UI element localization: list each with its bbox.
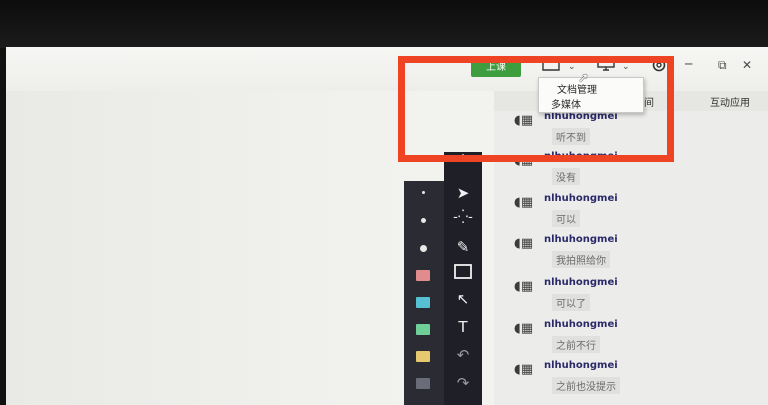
brush-palette xyxy=(404,181,444,405)
chat-message: ◖▦ nlhuhongmei 之前不行 xyxy=(494,319,768,361)
redo-icon[interactable]: ↷ xyxy=(444,374,482,392)
avatar-icon: ◖▦ xyxy=(514,236,534,251)
username: nlhuhongmei xyxy=(544,319,618,330)
color-swatch-cyan[interactable] xyxy=(416,297,430,308)
message-text: 可以了 xyxy=(552,294,590,311)
monitor-bezel xyxy=(0,0,768,48)
message-text: 之前不行 xyxy=(552,336,600,353)
brush-size-small[interactable] xyxy=(422,191,425,194)
brush-size-medium[interactable] xyxy=(421,218,426,223)
chat-message: ◖▦ nlhuhongmei 之前也没提示 xyxy=(494,360,768,402)
text-icon[interactable]: T xyxy=(444,318,482,336)
photo-frame: 上课 ⌄ ⌄ ─ ⧉ ✕ 间 互动应用 ◖▦ nlhuhongmei 听不到 ◖… xyxy=(0,0,768,405)
rectangle-icon[interactable] xyxy=(444,264,482,283)
message-text: 可以 xyxy=(552,210,580,227)
drawing-toolbar: ⌃ ➤ -⁛- ✎ ↖ T ↶ ↷ xyxy=(444,152,482,405)
color-swatch-gray[interactable] xyxy=(416,378,430,389)
avatar-icon: ◖▦ xyxy=(514,195,534,210)
username: nlhuhongmei xyxy=(544,360,618,371)
chat-message: ◖▦ nlhuhongmei 可以了 xyxy=(494,277,768,319)
avatar-icon: ◖▦ xyxy=(514,279,534,294)
username: nlhuhongmei xyxy=(544,234,618,245)
close-icon[interactable]: ✕ xyxy=(742,56,752,74)
laser-icon[interactable]: -⁛- xyxy=(444,210,482,225)
color-swatch-yellow[interactable] xyxy=(416,351,430,362)
username: nlhuhongmei xyxy=(544,193,618,204)
color-swatch-red[interactable] xyxy=(416,270,430,281)
brush-size-large[interactable] xyxy=(420,245,427,252)
highlight-annotation xyxy=(398,56,674,162)
undo-icon[interactable]: ↶ xyxy=(444,346,482,364)
minimize-icon[interactable]: ─ xyxy=(685,55,692,73)
color-swatch-green[interactable] xyxy=(416,324,430,335)
pen-icon[interactable]: ✎ xyxy=(444,238,482,256)
chat-message: ◖▦ nlhuhongmei 我拍照给你 xyxy=(494,234,768,276)
username: nlhuhongmei xyxy=(544,277,618,288)
restore-icon[interactable]: ⧉ xyxy=(718,56,727,74)
avatar-icon: ◖▦ xyxy=(514,321,534,336)
message-text: 没有 xyxy=(552,168,580,185)
chat-message: ◖▦ nlhuhongmei 可以 xyxy=(494,193,768,235)
avatar-icon: ◖▦ xyxy=(514,362,534,377)
message-text: 之前也没提示 xyxy=(552,377,620,394)
message-text: 我拍照给你 xyxy=(552,251,610,268)
tab-interactive-apps[interactable]: 互动应用 xyxy=(710,94,750,109)
pointer-icon[interactable]: ➤ xyxy=(444,184,482,202)
arrow-icon[interactable]: ↖ xyxy=(444,290,482,308)
